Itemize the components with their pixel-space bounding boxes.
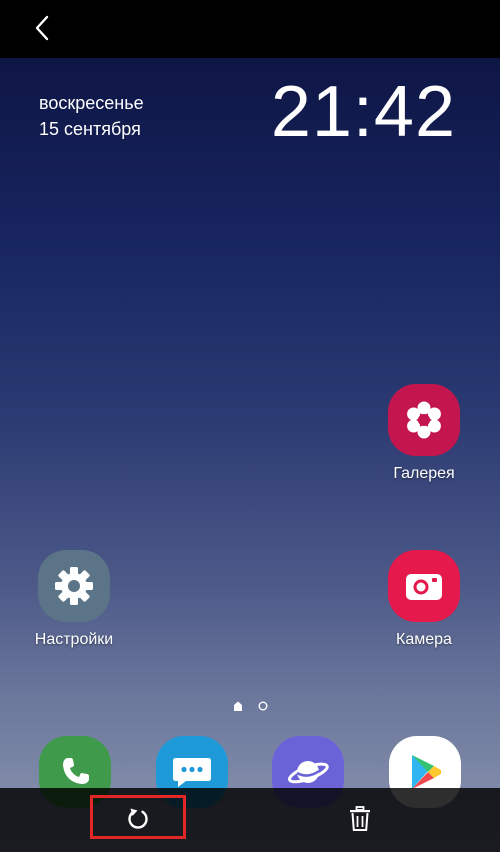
- phone-icon: [63, 758, 89, 784]
- settings-app-icon: [38, 550, 110, 622]
- app-gallery[interactable]: Галерея: [369, 384, 479, 484]
- top-bar: [0, 0, 500, 58]
- rotate-ccw-icon: [128, 808, 148, 829]
- app-gallery-label: Галерея: [393, 465, 455, 482]
- gear-icon: [55, 567, 93, 605]
- app-settings[interactable]: Настройки: [19, 550, 129, 650]
- camera-icon: [406, 574, 442, 600]
- date-text: 15 сентября: [39, 119, 141, 139]
- camera-app-icon: [388, 550, 460, 622]
- app-settings-label: Настройки: [34, 631, 114, 648]
- delete-button[interactable]: [335, 794, 385, 844]
- clock: 21:42: [270, 72, 456, 152]
- app-camera-label: Камера: [396, 631, 452, 648]
- bottom-action-bar: [0, 788, 500, 852]
- day-of-week: воскресенье: [39, 93, 144, 113]
- trash-icon: [350, 806, 370, 831]
- restore-button[interactable]: [113, 794, 163, 844]
- play-store-icon: [412, 755, 441, 789]
- flower-icon: [407, 401, 441, 439]
- screen: воскресенье 15 сентября 21:42 Галерея На…: [0, 0, 500, 852]
- home-page-dot[interactable]: [232, 700, 244, 712]
- app-camera[interactable]: Камера: [369, 550, 479, 650]
- page-indicator: [0, 700, 500, 712]
- back-button[interactable]: [24, 8, 60, 48]
- page-dot[interactable]: [258, 701, 268, 711]
- gallery-app-icon: [388, 384, 460, 456]
- date-block: воскресенье 15 сентября: [39, 90, 144, 142]
- chevron-left-icon: [35, 15, 49, 41]
